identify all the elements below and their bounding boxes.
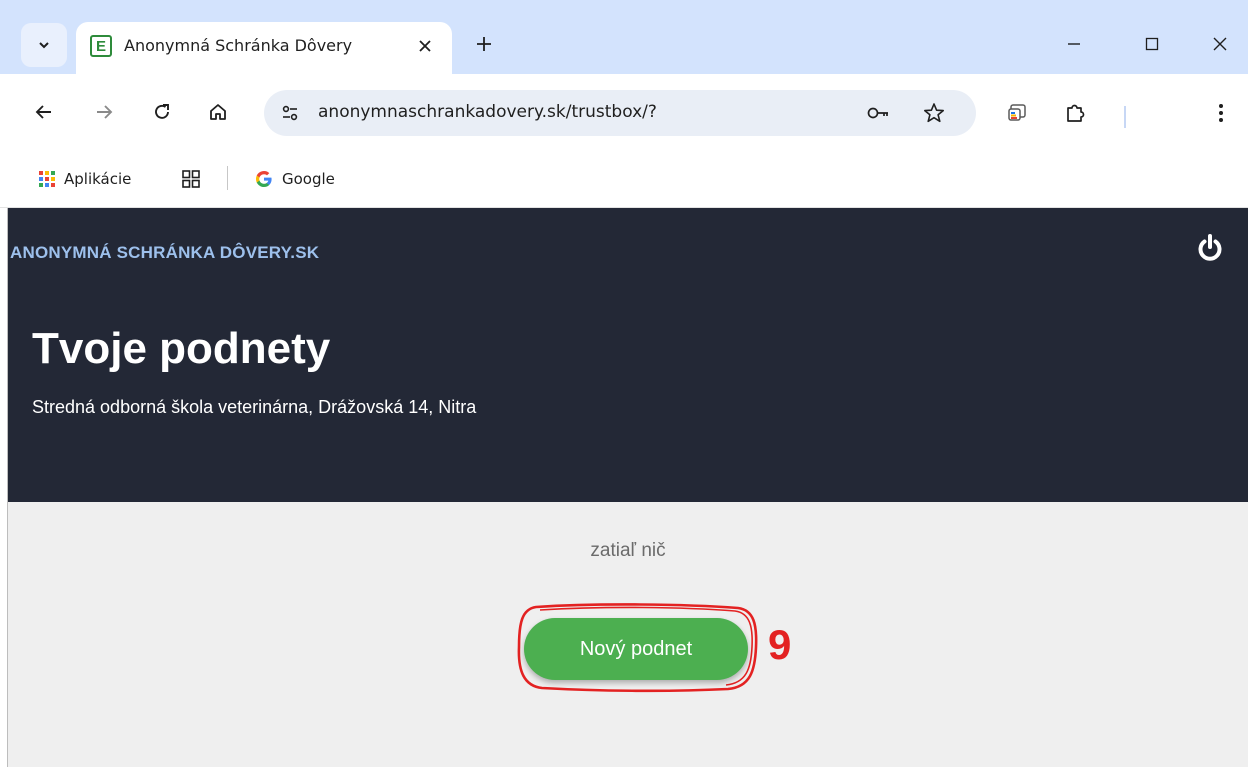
favicon-icon: E [90, 35, 112, 57]
close-icon [1213, 37, 1227, 51]
site-info-icon[interactable] [278, 101, 302, 125]
maximize-icon [1145, 37, 1159, 51]
home-icon [210, 104, 226, 120]
arrow-right-icon [97, 105, 113, 119]
reload-button[interactable] [144, 94, 180, 130]
address-bar[interactable]: anonymnaschrankadovery.sk/trustbox/? [264, 90, 976, 136]
bookmarks-divider [227, 166, 228, 190]
school-name: Stredná odborná škola veterinárna, Drážo… [32, 397, 477, 417]
bookmark-google-label: Google [282, 170, 335, 188]
page-viewport: ANONYMNÁ SCHRÁNKA DÔVERY.SK Tvoje podnet… [8, 208, 1248, 767]
tab-strip: E Anonymná Schránka Dôvery [0, 0, 1248, 74]
home-button[interactable] [200, 94, 236, 130]
browser-toolbar: anonymnaschrankadovery.sk/trustbox/? [0, 74, 1248, 152]
new-tab-button[interactable] [468, 28, 500, 60]
bookmark-tab-groups[interactable] [181, 164, 201, 194]
page-title: Tvoje podnety [32, 324, 331, 373]
apps-grid-icon [39, 171, 55, 187]
password-key-icon[interactable] [866, 101, 892, 125]
extensions-icon[interactable] [1060, 98, 1090, 128]
tab-title: Anonymná Schránka Dôvery [124, 36, 353, 55]
active-tab[interactable]: E Anonymná Schránka Dôvery [76, 22, 452, 74]
bookmark-apps-label: Aplikácie [64, 170, 132, 188]
page-header: ANONYMNÁ SCHRÁNKA DÔVERY.SK Tvoje podnet… [8, 208, 1248, 502]
browser-window: E Anonymná Schránka Dôvery anonymnaschra… [0, 0, 1248, 767]
site-brand[interactable]: ANONYMNÁ SCHRÁNKA DÔVERY.SK [10, 243, 319, 263]
tab-groups-icon [182, 170, 200, 188]
maximize-button[interactable] [1132, 26, 1172, 62]
reload-icon [155, 104, 169, 119]
chevron-down-icon [39, 42, 49, 49]
new-report-button[interactable]: Nový podnet [524, 618, 748, 680]
bookmarks-bar: Aplikácie Google [0, 152, 1248, 208]
toolbar-divider [1124, 106, 1126, 128]
power-icon [1198, 234, 1222, 261]
bookmark-star-icon[interactable] [920, 99, 948, 127]
url-text[interactable]: anonymnaschrankadovery.sk/trustbox/? [318, 102, 657, 122]
tab-search-button[interactable] [21, 23, 67, 67]
minimize-button[interactable] [1054, 26, 1094, 62]
bookmark-google[interactable]: Google [254, 164, 335, 194]
forward-button[interactable] [86, 94, 122, 130]
logout-button[interactable] [1192, 230, 1228, 266]
google-icon [256, 171, 272, 187]
cast-media-icon[interactable] [1003, 98, 1033, 128]
minimize-icon [1068, 43, 1080, 45]
back-button[interactable] [26, 94, 62, 130]
empty-state-text: zatiaľ nič [590, 540, 666, 561]
close-window-button[interactable] [1200, 26, 1240, 62]
arrow-left-icon [35, 105, 51, 119]
annotation-number: 9 [768, 621, 792, 668]
tab-close-icon[interactable] [412, 33, 438, 59]
menu-kebab-icon[interactable] [1206, 98, 1236, 128]
bookmark-apps[interactable]: Aplikácie [38, 164, 131, 194]
plus-icon [477, 37, 491, 51]
page-content: zatiaľ nič Nový podnet 9 [8, 502, 1248, 767]
